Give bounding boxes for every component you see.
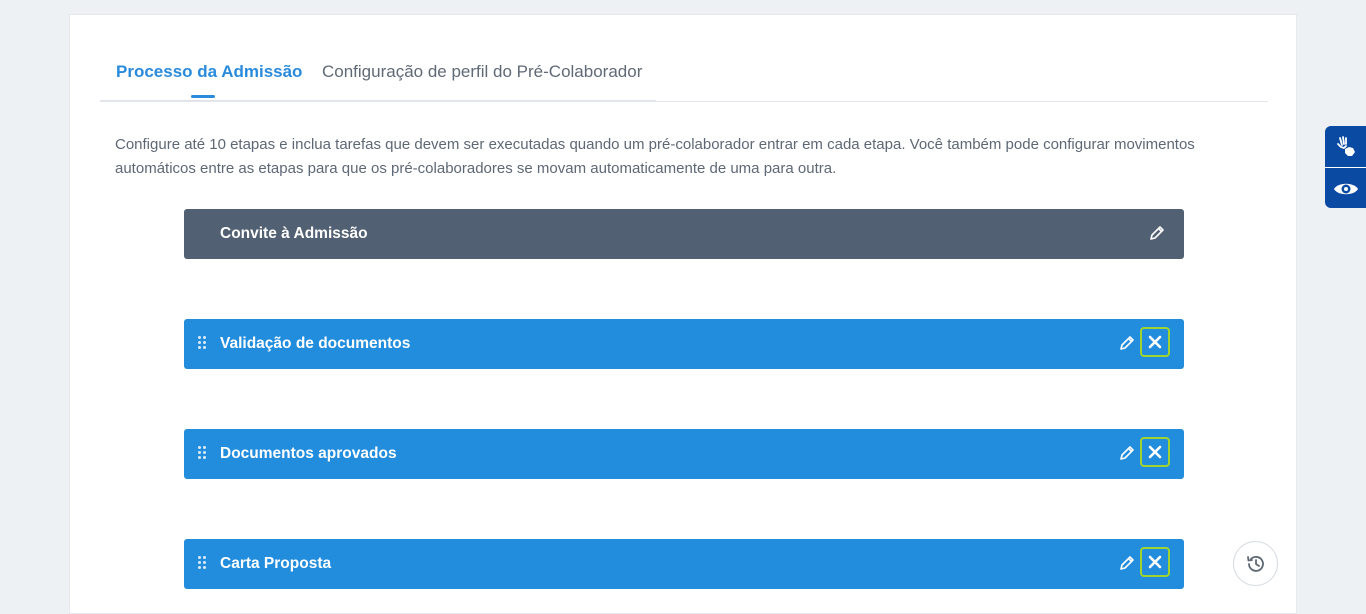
tab-admission-process[interactable]: Processo da Admissão xyxy=(116,62,302,82)
pencil-icon[interactable] xyxy=(1118,444,1136,462)
drag-handle-icon[interactable] xyxy=(198,336,208,352)
tab-bar: Processo da Admissão Configuração de per… xyxy=(100,15,1268,102)
accessibility-widget xyxy=(1325,126,1366,208)
stage-title: Validação de documentos xyxy=(220,335,411,352)
delete-stage-button[interactable] xyxy=(1140,437,1170,467)
close-icon xyxy=(1148,555,1162,569)
drag-handle-icon[interactable] xyxy=(198,446,208,462)
stage-card-carta-proposta: Carta Proposta xyxy=(184,539,1184,589)
stage-title: Documentos aprovados xyxy=(220,445,397,462)
close-icon xyxy=(1148,445,1162,459)
history-button[interactable] xyxy=(1233,541,1278,586)
stage-card-convite: Convite à Admissão xyxy=(184,209,1184,259)
close-icon xyxy=(1148,335,1162,349)
drag-handle-icon[interactable] xyxy=(198,556,208,572)
stage-card-validacao: Validação de documentos xyxy=(184,319,1184,369)
tab-pre-employee-profile[interactable]: Configuração de perfil do Pré-Colaborado… xyxy=(322,62,642,82)
delete-stage-button[interactable] xyxy=(1140,327,1170,357)
history-icon xyxy=(1246,555,1264,572)
admission-settings-card: Processo da Admissão Configuração de per… xyxy=(69,14,1297,614)
stage-card-documentos-aprovados: Documentos aprovados xyxy=(184,429,1184,479)
stage-title: Carta Proposta xyxy=(220,555,332,572)
sign-language-hands-icon[interactable] xyxy=(1325,126,1366,167)
pencil-icon[interactable] xyxy=(1118,334,1136,352)
delete-stage-button[interactable] xyxy=(1140,547,1170,577)
stage-title: Convite à Admissão xyxy=(220,225,368,242)
page-description: Configure até 10 etapas e inclua tarefas… xyxy=(115,136,1195,177)
active-tab-indicator xyxy=(191,95,215,98)
eye-icon[interactable] xyxy=(1325,168,1366,209)
pencil-icon[interactable] xyxy=(1148,224,1166,242)
pencil-icon[interactable] xyxy=(1118,554,1136,572)
tab-divider xyxy=(100,100,656,101)
